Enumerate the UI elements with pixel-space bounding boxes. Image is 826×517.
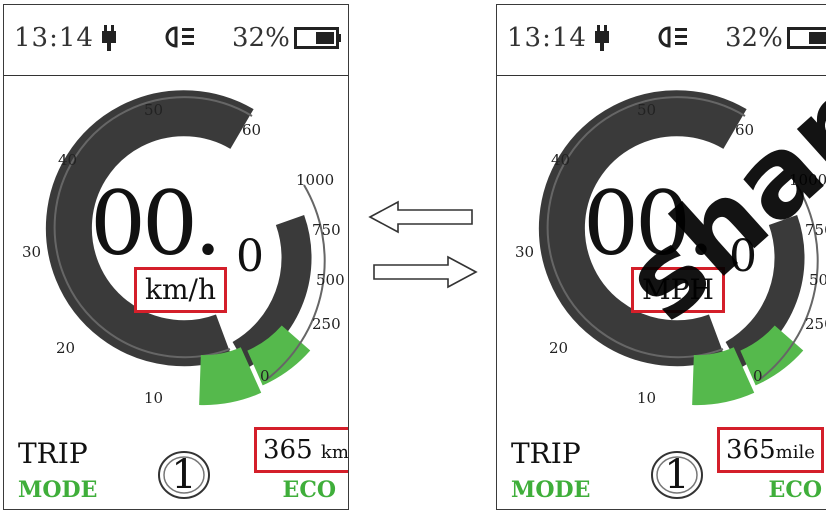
power-tick-250: 250 [805,315,826,333]
power-tick-250: 250 [312,315,341,333]
power-tick-750: 750 [805,221,826,239]
battery-icon [294,27,341,49]
speed-tick-50: 50 [144,101,164,119]
battery-icon [787,27,826,49]
speed-tick-30: 30 [515,243,535,261]
clock: 13:14 [507,23,587,53]
trip-distance: 365mile [717,427,824,473]
display-screen-mph: 13:14 32% 50 60 40 30 20 10 1000 750 500… [496,4,826,510]
power-tick-500: 500 [809,271,826,289]
headlight-icon [165,26,194,48]
assist-level: 1 [171,452,197,498]
speed-unit: MPH [631,267,725,313]
speed-tick-60: 60 [735,121,755,139]
power-tick-0: 0 [753,367,763,385]
power-tick-0: 0 [260,367,270,385]
trip-distance: 365 km [254,427,349,473]
status-bar: 13:14 32% [14,19,341,59]
display-screen-kmh: 13:14 32% 50 60 40 30 20 10 1000 750 500… [3,4,349,510]
arrow-right-icon [373,255,478,289]
speed-value: 00. [583,172,715,275]
trip-distance-value: 365 [263,435,313,465]
mode-label: MODE [511,477,591,503]
status-bar: 13:14 32% [507,19,826,59]
speed-decimal: 0 [236,231,264,282]
mode-value: ECO [282,477,336,503]
assist-level: 1 [664,452,690,498]
power-tick-750: 750 [312,221,341,239]
trip-label: TRIP [18,437,88,470]
clock: 13:14 [14,23,94,53]
speed-tick-10: 10 [144,389,164,407]
speed-decimal: 0 [729,231,757,282]
power-tick-1000: 1000 [789,171,826,189]
headlight-icon [658,26,687,48]
trip-distance-unit: km [320,442,349,463]
speed-tick-50: 50 [637,101,657,119]
speed-value: 00. [90,172,222,275]
mode-value: ECO [768,477,822,503]
battery-percent: 32% [232,23,290,53]
power-tick-500: 500 [316,271,345,289]
speed-tick-30: 30 [22,243,42,261]
speed-tick-20: 20 [549,339,569,357]
speed-tick-10: 10 [637,389,657,407]
speed-tick-40: 40 [551,151,571,169]
trip-label: TRIP [511,437,581,470]
mode-label: MODE [18,477,98,503]
trip-distance-value: 365 [726,435,776,465]
arrow-left-icon [368,200,473,234]
charging-plug-icon [102,25,116,51]
speed-tick-60: 60 [242,121,262,139]
trip-distance-unit: mile [775,442,815,463]
charging-plug-icon [595,25,609,51]
battery-percent: 32% [725,23,783,53]
speed-tick-40: 40 [58,151,78,169]
speed-tick-20: 20 [56,339,76,357]
speed-unit: km/h [134,267,227,313]
power-tick-1000: 1000 [296,171,335,189]
